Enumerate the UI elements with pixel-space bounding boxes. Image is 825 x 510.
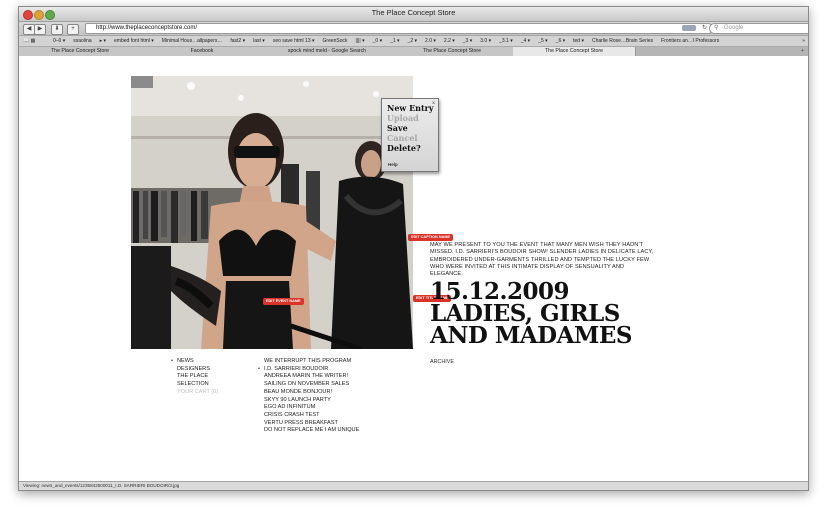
site-nav: • NEWS DESIGNERS THE PLACE SELECTION YOUR… xyxy=(171,358,218,397)
window-title: The Place Concept Store xyxy=(371,8,456,17)
more-bookmarks-icon[interactable]: » xyxy=(802,36,805,46)
bookmarks-bar: 📖 ▦ 0–0 ▾ ssaolina ▸ ▾ embed font html ▾ Min… xyxy=(19,36,808,47)
bookmark-item[interactable]: 0–0 ▾ xyxy=(53,38,65,44)
bookmark-item[interactable]: _3 ▾ xyxy=(463,38,472,44)
bookmark-item[interactable]: _5 ▾ xyxy=(538,38,547,44)
archive-link[interactable]: ARCHIVE xyxy=(430,359,454,365)
bookmarks-icon[interactable]: 📖 ▦ xyxy=(23,36,35,46)
nav-active-bullet: • xyxy=(171,358,173,364)
nav-cart[interactable]: YOUR CART (0) xyxy=(177,389,218,397)
tab-4[interactable]: The Place Concept Store xyxy=(391,47,514,56)
search-icon: ⚲ xyxy=(714,25,719,31)
bookmark-item[interactable]: GreenSock xyxy=(323,38,348,44)
edit-caption-tag[interactable]: EDIT CAPTION NAME xyxy=(408,234,454,241)
event-active-bullet: • xyxy=(258,365,260,372)
browser-window: The Place Concept Store ◀ ▶ ⬇ + http://w… xyxy=(18,6,809,491)
event-item[interactable]: DO NOT REPLACE ME I AM UNIQUE xyxy=(264,427,359,435)
cancel-button[interactable]: Cancel xyxy=(387,133,417,143)
bookmark-item[interactable]: _2 ▾ xyxy=(408,38,417,44)
search-field[interactable]: ⚲ Google xyxy=(709,23,808,34)
bookmark-item[interactable]: Charlie Rose…Brain Series xyxy=(592,38,653,44)
event-item[interactable]: SKYY 90 LAUNCH PARTY xyxy=(264,397,359,405)
event-title-line-2: AND MADAMES xyxy=(430,322,633,349)
search-placeholder: Google xyxy=(724,25,744,31)
bookmark-item[interactable]: Minimal Hous…allpapers… xyxy=(162,38,223,44)
nav-news-label: NEWS xyxy=(177,358,194,364)
browser-toolbar: ◀ ▶ ⬇ + http://www.theplaceconceptstore.… xyxy=(19,22,808,36)
event-headline: 15.12.2009 LADIES, GIRLS AND MADAMES xyxy=(430,280,670,349)
bookmark-item[interactable]: Frontiers an…l Professors xyxy=(661,38,719,44)
address-bar[interactable]: http://www.theplaceconceptstore.com/ ↻ xyxy=(85,23,711,34)
tab-1[interactable]: The Place Concept Store xyxy=(19,47,142,56)
event-photo xyxy=(131,76,413,349)
tab-2[interactable]: Facebook xyxy=(141,47,264,56)
event-item[interactable]: SAILING ON NOVEMBER SALES xyxy=(264,381,359,389)
bookmark-item[interactable]: _6 ▾ xyxy=(556,38,565,44)
nav-selection[interactable]: SELECTION xyxy=(177,381,218,389)
upload-button[interactable]: Upload xyxy=(387,113,419,123)
bookmark-item[interactable]: fast2 ▾ xyxy=(230,38,245,44)
nav-designers[interactable]: DESIGNERS xyxy=(177,366,218,374)
event-item[interactable]: ANDREEA MARIN THE WRITER! xyxy=(264,373,359,381)
bookmark-item[interactable]: 2.2 ▾ xyxy=(444,38,455,44)
nav-news[interactable]: • NEWS xyxy=(171,358,218,366)
nav-the-place[interactable]: THE PLACE xyxy=(177,373,218,381)
event-photo-art xyxy=(131,76,413,349)
title-bar: The Place Concept Store xyxy=(19,7,808,22)
new-tab-icon[interactable]: + xyxy=(801,47,804,56)
page-content: EDIT CAPTION NAME EDIT EVENT NAME EDIT T… xyxy=(19,56,808,482)
bookmark-items: 0–0 ▾ ssaolina ▸ ▾ embed font html ▾ Minimal… xyxy=(53,36,794,46)
bookmark-item[interactable]: _0 ▾ xyxy=(373,38,382,44)
new-entry-button[interactable]: New Entry xyxy=(387,103,434,113)
event-item[interactable]: WE INTERRUPT THIS PROGRAM xyxy=(264,358,359,366)
event-item-label: I.D. SARRIERI BOUDOIR xyxy=(264,365,329,372)
event-item[interactable]: EGO AD INFINITUM xyxy=(264,404,359,412)
add-bookmark-icon[interactable]: + xyxy=(67,24,79,35)
rss-icon[interactable] xyxy=(682,25,696,31)
edit-event-tag[interactable]: EDIT EVENT NAME xyxy=(263,298,304,305)
tab-5-active[interactable]: The Place Concept Store xyxy=(513,47,636,56)
help-link[interactable]: Help xyxy=(388,162,398,167)
bookmark-item[interactable]: ▸ ▾ xyxy=(100,38,106,44)
save-button[interactable]: Save xyxy=(387,123,408,133)
event-item[interactable]: VERTU PRESS BREAKFAST xyxy=(264,420,359,428)
bookmark-item[interactable]: embed font html ▾ xyxy=(114,38,154,44)
event-item[interactable]: CRISIS CRASH TEST xyxy=(264,412,359,420)
bookmark-item[interactable]: 3.0 ▾ xyxy=(480,38,491,44)
event-item-active[interactable]: • I.D. SARRIERI BOUDOIR xyxy=(258,365,359,374)
reload-icon[interactable]: ↻ xyxy=(702,24,707,33)
bookmark-item[interactable]: last ▾ xyxy=(253,38,265,44)
delete-button[interactable]: Delete? xyxy=(387,143,421,153)
bookmark-item[interactable]: 2.0 ▾ xyxy=(425,38,436,44)
event-item[interactable]: BEAU MONDE BONJOUR! xyxy=(264,389,359,397)
bookmark-item[interactable]: _3.1 ▾ xyxy=(499,38,513,44)
bookmark-item[interactable]: seo save html 13 ▾ xyxy=(273,38,315,44)
bookmark-item[interactable]: _4 ▾ xyxy=(521,38,530,44)
forward-icon[interactable]: ▶ xyxy=(34,24,46,35)
events-list: WE INTERRUPT THIS PROGRAM • I.D. SARRIERI… xyxy=(258,358,359,435)
tab-3[interactable]: spock mind meld - Google Search xyxy=(263,47,392,56)
event-caption: MAY WE PRESENT TO YOU THE EVENT THAT MAN… xyxy=(430,242,654,278)
bookmark-icon[interactable]: ⬇ xyxy=(51,24,63,35)
bookmark-item[interactable]: |||| ▾ xyxy=(356,38,365,44)
edit-popup-menu: x New Entry Upload Save Cancel Delete? H… xyxy=(381,98,439,172)
address-text: http://www.theplaceconceptstore.com/ xyxy=(96,25,198,31)
bookmark-item[interactable]: _1 ▾ xyxy=(390,38,399,44)
status-bar: Viewing: news_and_events/1235842500011_I… xyxy=(19,481,808,490)
bookmark-item[interactable]: ssaolina xyxy=(73,38,91,44)
bookmark-item[interactable]: ted ▾ xyxy=(573,38,584,44)
